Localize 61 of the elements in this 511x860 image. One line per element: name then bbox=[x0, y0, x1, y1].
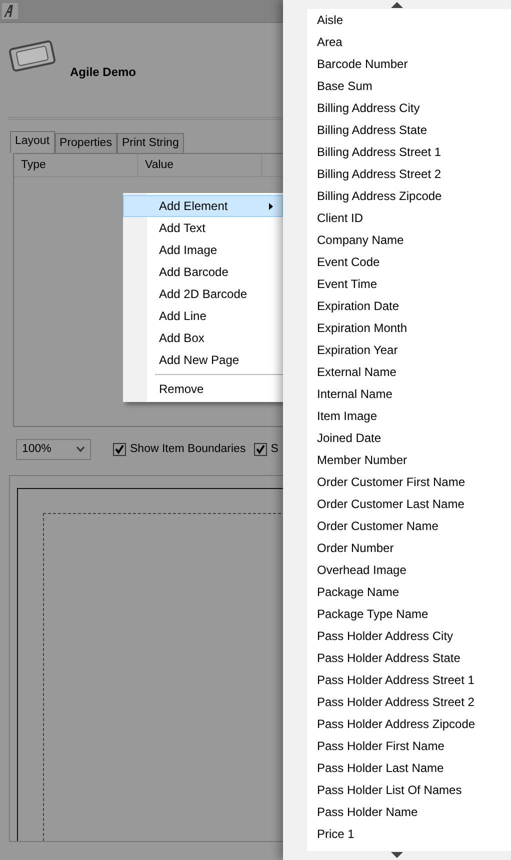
menu-item[interactable]: Overhead Image bbox=[317, 559, 511, 581]
menu-item[interactable]: Billing Address Zipcode bbox=[317, 185, 511, 207]
menu-item[interactable]: Pass Holder Last Name bbox=[317, 757, 511, 779]
menu-item[interactable]: Pass Holder Address City bbox=[317, 625, 511, 647]
column-header: Type bbox=[14, 154, 138, 176]
menu-item[interactable]: Pass Holder Address State bbox=[317, 647, 511, 669]
checkbox[interactable] bbox=[113, 442, 126, 456]
menu-item[interactable]: Member Number bbox=[317, 449, 511, 471]
checkbox-label: S bbox=[270, 442, 278, 457]
menu-item[interactable]: Add Barcode bbox=[123, 261, 283, 283]
menu-item[interactable]: Remove bbox=[123, 378, 283, 400]
menu-item[interactable]: Client ID bbox=[317, 207, 511, 229]
menu-item[interactable]: Area bbox=[317, 31, 511, 53]
column-header: Value bbox=[138, 154, 262, 176]
menu-item[interactable]: Pass Holder Address Street 1 bbox=[317, 669, 511, 691]
menu-item[interactable]: Billing Address City bbox=[317, 97, 511, 119]
menu-item[interactable]: Item Image bbox=[317, 405, 511, 427]
menu-item[interactable]: Expiration Year bbox=[317, 339, 511, 361]
menu-item[interactable]: Price 1 bbox=[317, 823, 511, 845]
menu-item[interactable]: Add New Page bbox=[123, 349, 283, 371]
menu-item[interactable]: Expiration Date bbox=[317, 295, 511, 317]
menu-item[interactable]: Add Text bbox=[123, 217, 283, 239]
menu-item[interactable]: Pass Holder List Of Names bbox=[317, 779, 511, 801]
menu-item[interactable]: Add Line bbox=[123, 305, 283, 327]
chevron-down-icon bbox=[76, 446, 85, 452]
menu-item[interactable]: Order Number bbox=[317, 537, 511, 559]
menu-item[interactable]: Add Image bbox=[123, 239, 283, 261]
menu-item[interactable]: Pass Holder Address Zipcode bbox=[317, 713, 511, 735]
menu-item[interactable]: Pass Holder Address Street 2 bbox=[317, 691, 511, 713]
tab[interactable]: Properties bbox=[54, 133, 117, 154]
checkbox[interactable] bbox=[254, 442, 267, 456]
menu-item[interactable]: Aisle bbox=[317, 9, 511, 31]
menu-item[interactable]: Package Type Name bbox=[317, 603, 511, 625]
menu-item[interactable]: Package Name bbox=[317, 581, 511, 603]
submenu-arrow-icon bbox=[269, 203, 273, 210]
menu-item[interactable]: Company Name bbox=[317, 229, 511, 251]
tab[interactable]: Print String bbox=[116, 133, 184, 154]
menu-item[interactable]: Billing Address Street 2 bbox=[317, 163, 511, 185]
menu-item[interactable]: Base Sum bbox=[317, 75, 511, 97]
menu-item[interactable]: Add 2D Barcode bbox=[123, 283, 283, 305]
menu-item[interactable]: Order Customer Name bbox=[317, 515, 511, 537]
app-logo-icon bbox=[2, 3, 18, 19]
menu-item[interactable]: Event Time bbox=[317, 273, 511, 295]
menu-item[interactable]: Billing Address Street 1 bbox=[317, 141, 511, 163]
menu-item[interactable]: Pass Holder Name bbox=[317, 801, 511, 823]
menu-item[interactable]: Internal Name bbox=[317, 383, 511, 405]
menu-item[interactable]: Barcode Number bbox=[317, 53, 511, 75]
zoom-dropdown[interactable]: 100% bbox=[16, 438, 91, 460]
menu-item[interactable]: Expiration Month bbox=[317, 317, 511, 339]
menu-item[interactable]: Add Element bbox=[123, 195, 283, 217]
checkbox-label: Show Item Boundaries bbox=[130, 442, 246, 457]
menu-item[interactable]: Joined Date bbox=[317, 427, 511, 449]
menu-item[interactable]: Order Customer First Name bbox=[317, 471, 511, 493]
tab[interactable]: Layout bbox=[10, 131, 55, 154]
menu-item[interactable]: External Name bbox=[317, 361, 511, 383]
menu-item[interactable]: Event Code bbox=[317, 251, 511, 273]
app-title: Agile Demo bbox=[70, 64, 136, 81]
menu-item[interactable]: Billing Address State bbox=[317, 119, 511, 141]
menu-item[interactable]: Add Box bbox=[123, 327, 283, 349]
menu-item[interactable]: Pass Holder First Name bbox=[317, 735, 511, 757]
menu-item[interactable]: Order Customer Last Name bbox=[317, 493, 511, 515]
